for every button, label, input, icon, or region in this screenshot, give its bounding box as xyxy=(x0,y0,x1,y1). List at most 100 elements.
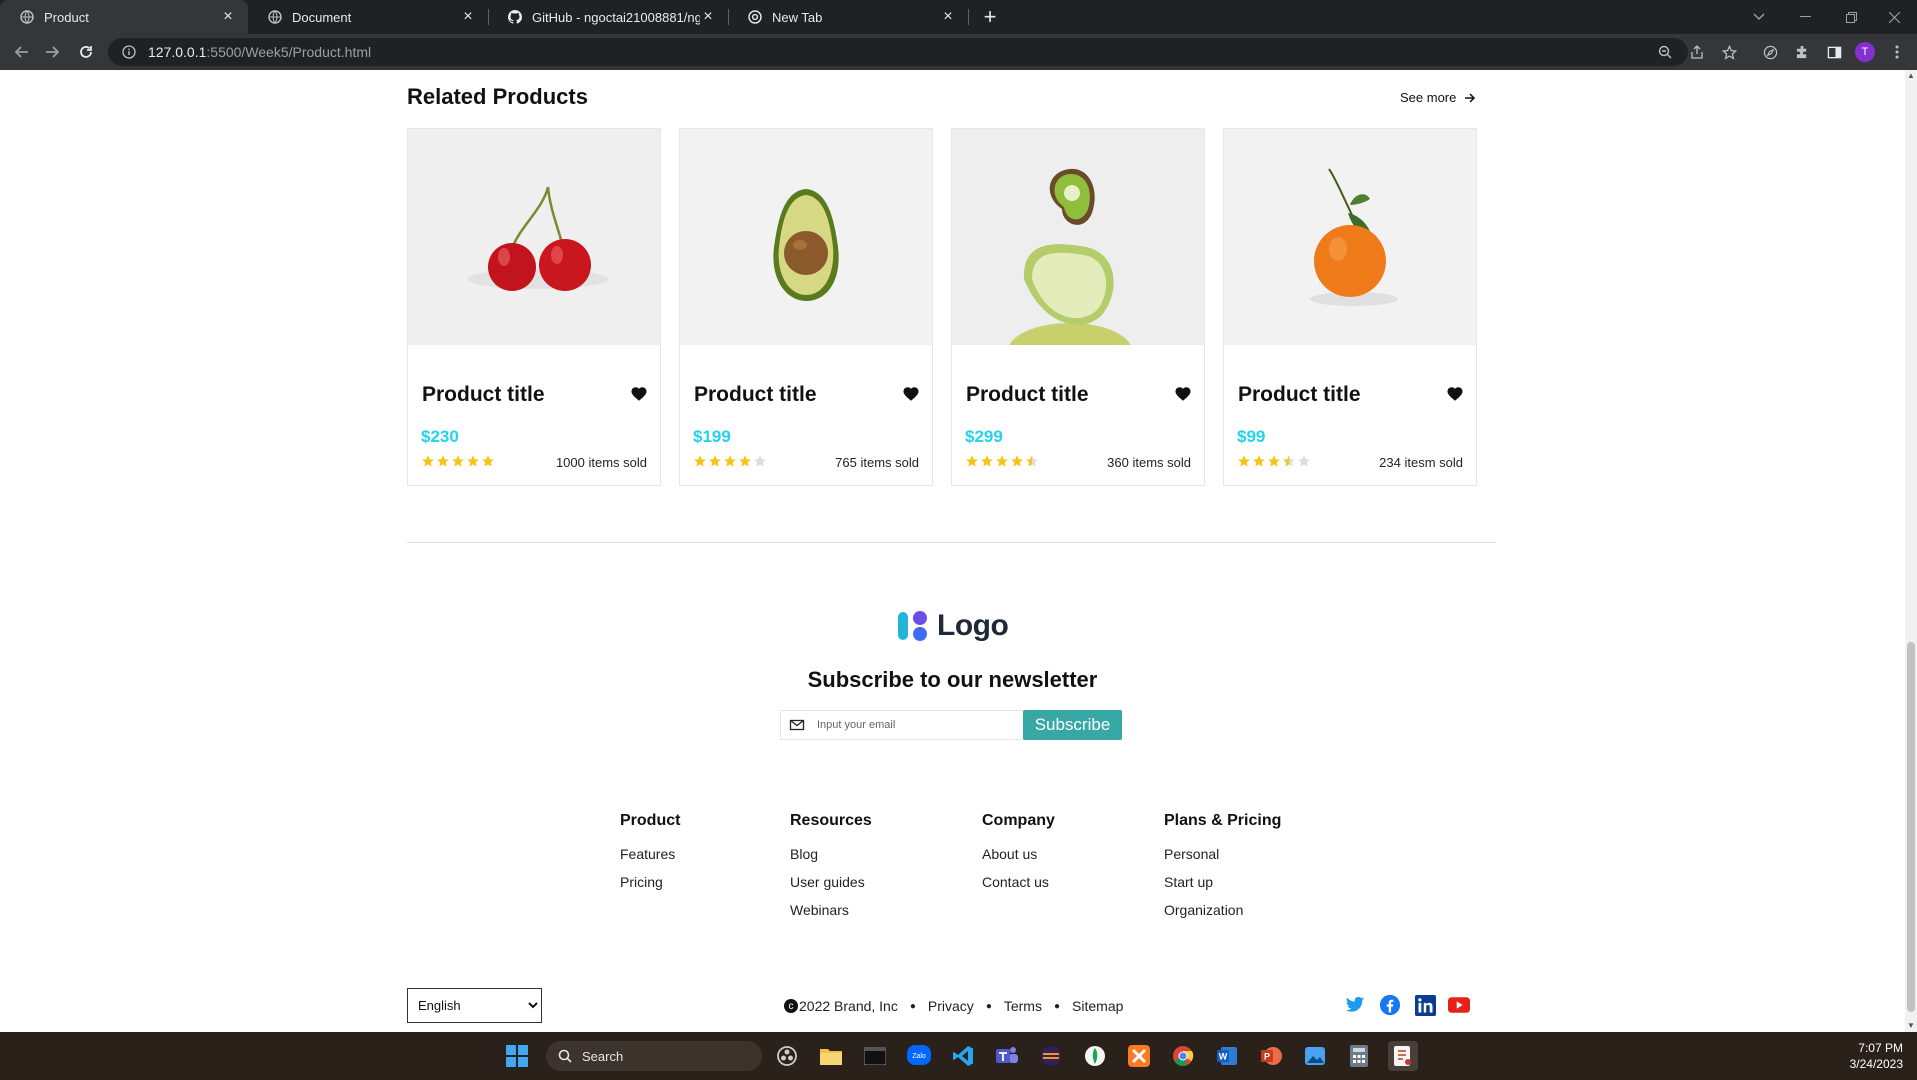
powerpoint-icon[interactable]: P xyxy=(1256,1041,1286,1071)
tab-document[interactable]: Document × xyxy=(248,0,488,34)
footer-link-pricing[interactable]: Pricing xyxy=(620,872,680,900)
windows-taskbar: Search Zalo W P 7:07 PM 3/24/2023 xyxy=(0,1032,1917,1080)
star-icon xyxy=(1011,455,1023,467)
clock-date: 3/24/2023 xyxy=(1849,1057,1903,1071)
sitemap-link[interactable]: Sitemap xyxy=(1072,998,1123,1014)
heart-icon[interactable] xyxy=(1446,385,1464,403)
extensions-icon[interactable] xyxy=(1792,42,1812,62)
newsletter-title: Subscribe to our newsletter xyxy=(807,667,1098,692)
system-clock[interactable]: 7:07 PM 3/24/2023 xyxy=(1850,1040,1903,1072)
youtube-icon[interactable] xyxy=(1448,994,1470,1016)
scroll-up-arrow-icon[interactable]: ▲ xyxy=(1905,70,1917,82)
close-window-button[interactable] xyxy=(1871,0,1917,34)
zoom-icon[interactable] xyxy=(1655,42,1675,62)
zalo-icon[interactable]: Zalo xyxy=(904,1041,934,1071)
compass-icon[interactable] xyxy=(1760,42,1780,62)
email-input[interactable] xyxy=(817,719,1017,731)
close-tab-icon[interactable]: × xyxy=(700,8,716,26)
star-icon xyxy=(996,455,1008,467)
footer-link-organization[interactable]: Organization xyxy=(1164,900,1281,928)
product-title[interactable]: Product title xyxy=(1238,383,1361,407)
scroll-down-arrow-icon[interactable]: ▼ xyxy=(1905,1020,1917,1032)
scrollbar-thumb[interactable] xyxy=(1907,642,1915,1012)
footer-link-webinars[interactable]: Webinars xyxy=(790,900,872,928)
footer-link-contact-us[interactable]: Contact us xyxy=(982,872,1055,900)
more-menu-icon[interactable] xyxy=(1887,42,1907,62)
terms-link[interactable]: Terms xyxy=(1004,998,1042,1014)
reload-button[interactable] xyxy=(74,40,98,64)
file-explorer-icon[interactable] xyxy=(816,1041,846,1071)
twitter-icon[interactable] xyxy=(1344,994,1366,1016)
brand-logo[interactable]: Logo xyxy=(895,608,1009,644)
side-panel-icon[interactable] xyxy=(1824,42,1844,62)
tab-new-tab[interactable]: New Tab × xyxy=(728,0,968,34)
related-products-title: Related Products xyxy=(407,84,588,109)
back-button[interactable] xyxy=(10,40,34,64)
product-image-tangerine[interactable] xyxy=(1224,129,1476,345)
new-tab-button[interactable]: + xyxy=(977,4,1003,30)
photos-icon[interactable] xyxy=(1300,1041,1330,1071)
globe-icon xyxy=(20,10,34,24)
footer-link-about-us[interactable]: About us xyxy=(982,844,1055,872)
forward-button[interactable] xyxy=(40,40,64,64)
see-more-link[interactable]: See more xyxy=(1400,90,1476,105)
footer-link-user-guides[interactable]: User guides xyxy=(790,872,872,900)
bookmark-star-icon[interactable] xyxy=(1719,42,1739,62)
language-select[interactable]: English xyxy=(407,988,542,1023)
product-image-kiwi-lime[interactable] xyxy=(952,129,1204,345)
star-icon xyxy=(1283,455,1295,467)
site-info-icon[interactable] xyxy=(120,43,138,61)
footer-link-start-up[interactable]: Start up xyxy=(1164,872,1281,900)
address-bar[interactable]: 127.0.0.1:5500/Week5/Product.html xyxy=(108,38,1688,66)
star-icon xyxy=(966,455,978,467)
minimize-button[interactable] xyxy=(1782,0,1828,34)
product-card[interactable]: Product title $99 234 itesm sold xyxy=(1223,128,1477,486)
teams-icon[interactable] xyxy=(992,1041,1022,1071)
product-title[interactable]: Product title xyxy=(966,383,1089,407)
taskbar-search-label: Search xyxy=(582,1048,624,1064)
product-title[interactable]: Product title xyxy=(694,383,817,407)
heart-icon[interactable] xyxy=(630,385,648,403)
product-image-cherries[interactable] xyxy=(408,129,660,345)
tab-search-icon[interactable] xyxy=(1736,0,1782,34)
linkedin-icon[interactable] xyxy=(1414,994,1436,1016)
eclipse-icon[interactable] xyxy=(1036,1041,1066,1071)
close-tab-icon[interactable]: × xyxy=(220,8,236,26)
product-card[interactable]: Product title $299 360 items sold xyxy=(951,128,1205,486)
page-scrollbar[interactable]: ▲ ▼ xyxy=(1905,70,1917,1032)
product-card[interactable]: Product title $230 1000 items sold xyxy=(407,128,661,486)
product-image-avocado[interactable] xyxy=(680,129,932,345)
privacy-link[interactable]: Privacy xyxy=(928,998,974,1014)
calculator-icon[interactable] xyxy=(1344,1041,1374,1071)
windows-start-icon[interactable] xyxy=(502,1041,532,1071)
profile-avatar[interactable]: T xyxy=(1855,42,1875,62)
obs-icon[interactable] xyxy=(772,1041,802,1071)
heart-icon[interactable] xyxy=(902,385,920,403)
vscode-icon[interactable] xyxy=(948,1041,978,1071)
heart-icon[interactable] xyxy=(1174,385,1192,403)
product-price: $199 xyxy=(693,427,731,446)
product-title[interactable]: Product title xyxy=(422,383,545,407)
svg-text:W: W xyxy=(1219,1052,1228,1062)
snipping-tool-icon[interactable] xyxy=(1388,1041,1418,1071)
product-card[interactable]: Product title $199 765 items sold xyxy=(679,128,933,486)
xampp-icon[interactable] xyxy=(1124,1041,1154,1071)
restore-button[interactable] xyxy=(1828,0,1874,34)
taskbar-search[interactable]: Search xyxy=(546,1041,762,1071)
chrome-taskbar-icon[interactable] xyxy=(1168,1041,1198,1071)
close-tab-icon[interactable]: × xyxy=(940,8,956,26)
footer-link-personal[interactable]: Personal xyxy=(1164,844,1281,872)
tab-product[interactable]: Product × xyxy=(0,0,248,34)
subscribe-button[interactable]: Subscribe xyxy=(1023,710,1122,740)
close-tab-icon[interactable]: × xyxy=(460,8,476,26)
terminal-icon[interactable] xyxy=(860,1041,890,1071)
footer-link-features[interactable]: Features xyxy=(620,844,680,872)
tab-title: GitHub - ngoctai21008881/nguy xyxy=(532,9,700,25)
facebook-icon[interactable] xyxy=(1379,994,1401,1016)
footer-link-blog[interactable]: Blog xyxy=(790,844,872,872)
mongodb-icon[interactable] xyxy=(1080,1041,1110,1071)
share-icon[interactable] xyxy=(1687,42,1707,62)
word-icon[interactable]: W xyxy=(1212,1041,1242,1071)
tab-github[interactable]: GitHub - ngoctai21008881/nguy × xyxy=(488,0,728,34)
email-field-wrapper xyxy=(780,710,1024,740)
